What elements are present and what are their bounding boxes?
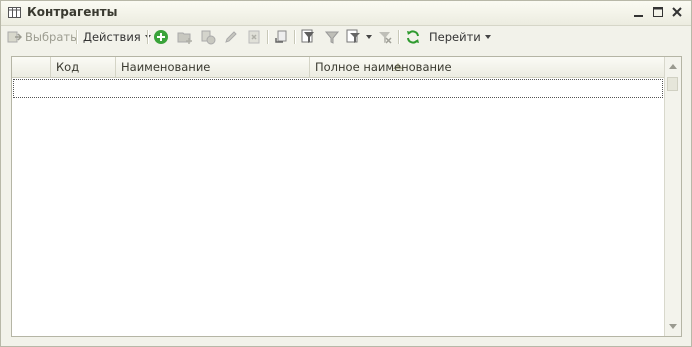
copy-icon — [201, 30, 216, 45]
chevron-down-icon — [366, 35, 372, 39]
filter-button[interactable] — [301, 28, 317, 46]
toolbar-separator — [294, 30, 296, 44]
window: Контрагенты Выбрать Действия Перейти Код… — [0, 0, 692, 347]
column-header-name[interactable]: Наименование — [116, 57, 404, 77]
minimize-icon[interactable] — [631, 4, 647, 20]
refresh-icon — [407, 30, 419, 44]
clear-filter-icon — [379, 32, 392, 44]
goto-label: Перейти — [429, 30, 481, 44]
close-icon[interactable] — [669, 4, 685, 20]
filter-history-button[interactable] — [346, 28, 372, 46]
table-header: Код Наименование Полное наименование — [12, 57, 664, 78]
filter-icon — [301, 29, 314, 43]
arrow-up-icon — [669, 63, 677, 69]
column-header-icon[interactable] — [12, 57, 51, 77]
filter-by-value-button[interactable] — [324, 28, 340, 46]
toolbar-separator — [267, 30, 269, 44]
toolbar: Выбрать Действия Перейти — [1, 26, 691, 48]
add-icon — [154, 30, 168, 44]
chevron-down-icon — [484, 35, 491, 39]
delete-icon — [248, 30, 260, 44]
toolbar-separator — [398, 30, 400, 44]
vertical-scrollbar[interactable] — [664, 57, 681, 336]
actions-label: Действия — [83, 30, 141, 44]
scroll-down-button[interactable] — [665, 318, 681, 334]
scroll-up-button[interactable] — [665, 58, 681, 74]
add-group-button[interactable] — [177, 28, 193, 46]
window-title: Контрагенты — [27, 5, 118, 19]
table-row[interactable] — [13, 79, 663, 98]
select-label: Выбрать — [25, 30, 77, 44]
add-button[interactable] — [153, 28, 169, 46]
edit-button[interactable] — [223, 28, 239, 46]
folder-add-icon — [177, 32, 192, 44]
table-icon — [8, 7, 21, 18]
arrow-down-icon — [669, 323, 677, 329]
goto-menu-button[interactable]: Перейти — [429, 28, 491, 46]
pencil-icon — [225, 31, 237, 43]
copy-button[interactable] — [200, 28, 216, 46]
column-header-label: Код — [56, 60, 80, 74]
column-header-code[interactable]: Код — [51, 57, 116, 77]
refresh-button[interactable] — [405, 28, 421, 46]
maximize-icon[interactable] — [650, 4, 666, 20]
select-button[interactable]: Выбрать — [6, 28, 77, 46]
list-table[interactable]: Код Наименование Полное наименование — [11, 56, 682, 337]
column-header-full-name[interactable]: Полное наименование — [310, 57, 664, 77]
set-deletion-mark-button[interactable] — [273, 28, 289, 46]
scrollbar-thumb[interactable] — [667, 77, 678, 91]
filter-list-icon — [346, 29, 360, 43]
title-bar: Контрагенты — [1, 1, 691, 26]
column-header-label: Наименование — [121, 60, 211, 74]
clear-filter-button[interactable] — [377, 28, 393, 46]
column-header-label: Полное наименование — [315, 60, 452, 74]
document-arrow-icon — [275, 30, 287, 43]
toolbar-separator — [147, 30, 149, 44]
funnel-icon — [324, 31, 340, 44]
select-icon — [7, 31, 22, 43]
toolbar-separator — [76, 30, 78, 44]
actions-menu-button[interactable]: Действия — [83, 28, 151, 46]
delete-button[interactable] — [246, 28, 262, 46]
